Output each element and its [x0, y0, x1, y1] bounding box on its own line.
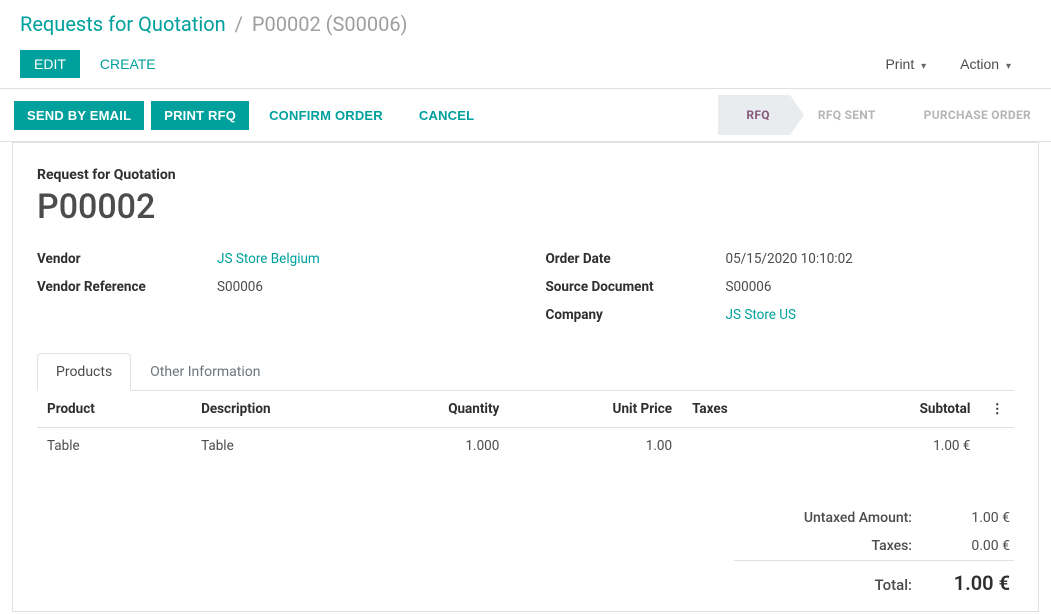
taxes-value: 0.00 € — [940, 538, 1010, 554]
source-doc-label: Source Document — [546, 279, 726, 295]
vendor-label: Vendor — [37, 251, 217, 267]
print-dropdown[interactable]: Print ▾ — [871, 50, 940, 78]
chevron-down-icon: ▾ — [1006, 61, 1011, 72]
cell-product: Table — [37, 428, 191, 465]
breadcrumb-parent[interactable]: Requests for Quotation — [20, 12, 226, 36]
company-value[interactable]: JS Store US — [726, 307, 797, 323]
form-sheet: Request for Quotation P00002 Vendor JS S… — [12, 142, 1039, 612]
th-product[interactable]: Product — [37, 391, 191, 428]
cell-unit-price: 1.00 — [509, 428, 682, 465]
th-unit-price[interactable]: Unit Price — [509, 391, 682, 428]
breadcrumb-sep: / — [235, 12, 243, 36]
table-row[interactable]: Table Table 1.000 1.00 1.00 € — [37, 428, 1014, 465]
breadcrumb-current: P00002 (S00006) — [252, 12, 408, 36]
fields-right: Order Date 05/15/2020 10:10:02 Source Do… — [546, 245, 1015, 329]
breadcrumb: Requests for Quotation / P00002 (S00006) — [0, 0, 1051, 42]
total-value: 1.00 € — [940, 571, 1010, 595]
order-lines-table: Product Description Quantity Unit Price … — [37, 391, 1014, 464]
stage-purchase-order[interactable]: PURCHASE ORDER — [896, 95, 1051, 135]
control-row: EDIT CREATE Print ▾ Action ▾ — [0, 42, 1051, 88]
sheet-subtitle: Request for Quotation — [37, 167, 1014, 183]
tab-other-information[interactable]: Other Information — [131, 353, 279, 391]
chevron-down-icon: ▾ — [921, 61, 926, 72]
action-label: Action — [960, 56, 999, 72]
create-button[interactable]: CREATE — [86, 50, 170, 78]
th-subtotal[interactable]: Subtotal — [826, 391, 980, 428]
totals: Untaxed Amount: 1.00 € Taxes: 0.00 € Tot… — [734, 504, 1014, 601]
tab-products[interactable]: Products — [37, 353, 131, 391]
th-taxes[interactable]: Taxes — [682, 391, 826, 428]
untaxed-label: Untaxed Amount: — [804, 510, 912, 526]
th-description[interactable]: Description — [191, 391, 365, 428]
confirm-order-button[interactable]: CONFIRM ORDER — [256, 101, 396, 130]
status-bar: SEND BY EMAIL PRINT RFQ CONFIRM ORDER CA… — [0, 88, 1051, 142]
company-label: Company — [546, 307, 726, 323]
total-label: Total: — [875, 576, 913, 594]
order-date-label: Order Date — [546, 251, 726, 267]
status-stages: RFQ RFQ SENT PURCHASE ORDER — [718, 95, 1051, 135]
sheet-title: P00002 — [37, 187, 1014, 227]
stage-rfq[interactable]: RFQ — [718, 95, 789, 135]
cell-subtotal: 1.00 € — [826, 428, 980, 465]
source-doc-value: S00006 — [726, 279, 772, 295]
cell-taxes — [682, 428, 826, 465]
taxes-label: Taxes: — [872, 538, 912, 554]
vendor-ref-value: S00006 — [217, 279, 263, 295]
th-quantity[interactable]: Quantity — [365, 391, 510, 428]
vendor-ref-label: Vendor Reference — [37, 279, 217, 295]
kebab-icon[interactable]: ⋮ — [990, 401, 1004, 417]
print-rfq-button[interactable]: PRINT RFQ — [151, 101, 249, 130]
cell-quantity: 1.000 — [365, 428, 510, 465]
vendor-value[interactable]: JS Store Belgium — [217, 251, 320, 267]
fields-left: Vendor JS Store Belgium Vendor Reference… — [37, 245, 506, 329]
cell-description: Table — [191, 428, 365, 465]
action-dropdown[interactable]: Action ▾ — [946, 50, 1025, 78]
cancel-button[interactable]: CANCEL — [406, 101, 487, 130]
edit-button[interactable]: EDIT — [20, 50, 80, 78]
send-by-email-button[interactable]: SEND BY EMAIL — [14, 101, 144, 130]
untaxed-value: 1.00 € — [940, 510, 1010, 526]
order-date-value: 05/15/2020 10:10:02 — [726, 251, 853, 267]
th-options[interactable]: ⋮ — [980, 391, 1014, 428]
print-label: Print — [885, 56, 914, 72]
tabs: Products Other Information — [37, 353, 1014, 391]
